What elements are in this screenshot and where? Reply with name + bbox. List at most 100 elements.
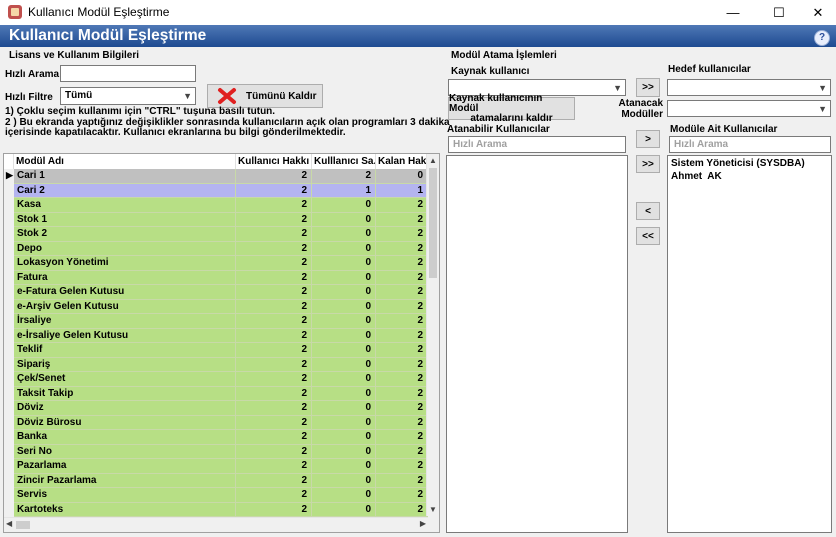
cell-module-name: Pazarlama: [14, 459, 236, 474]
quick-filter-select[interactable]: Tümü ▼: [60, 87, 196, 105]
scroll-right-icon[interactable]: ▶: [420, 519, 426, 528]
table-row[interactable]: Döviz 2 0 2: [4, 401, 428, 416]
cell-user-count: 0: [312, 459, 376, 474]
license-section-title: Lisans ve Kullanım Bilgileri: [9, 50, 140, 61]
assignable-users-list[interactable]: [446, 155, 628, 533]
module-users-search-input[interactable]: Hızlı Arama: [669, 136, 831, 153]
help-icon[interactable]: ?: [814, 30, 830, 46]
cell-user-count: 0: [312, 328, 376, 343]
table-row[interactable]: Kasa 2 0 2: [4, 198, 428, 213]
module-grid[interactable]: Modül Adı Kullanıcı Hakkı Kulllanıcı Sa.…: [3, 153, 440, 533]
remove-all-button[interactable]: Tümünü Kaldır: [207, 84, 323, 108]
info-line-1: 1) Çoklu seçim kullanımı için "CTRL" tuş…: [5, 106, 276, 117]
list-item[interactable]: Ahmet AK: [671, 171, 722, 182]
maximize-button[interactable]: ☐: [756, 0, 802, 25]
col-header-module[interactable]: Modül Adı: [14, 154, 236, 169]
quick-search-input[interactable]: [60, 65, 196, 82]
close-button[interactable]: ✕: [800, 0, 836, 25]
table-row[interactable]: Depo 2 0 2: [4, 241, 428, 256]
table-row[interactable]: Cari 2211: [4, 183, 428, 198]
cell-remaining: 2: [376, 343, 428, 358]
table-row[interactable]: Sipariş 2 0 2: [4, 357, 428, 372]
assignable-search-input[interactable]: Hızlı Arama: [448, 136, 626, 153]
table-row[interactable]: İrsaliye 2 0 2: [4, 314, 428, 329]
table-row[interactable]: Kartoteks 2 0 2: [4, 502, 428, 517]
table-row[interactable]: Çek/Senet 2 0 2: [4, 372, 428, 387]
table-row[interactable]: Stok 1202: [4, 212, 428, 227]
cell-user-right: 2: [236, 285, 312, 300]
cell-user-count: 0: [312, 227, 376, 242]
modules-to-assign-label: Atanacak Modüller: [618, 98, 663, 120]
cell-user-count: 0: [312, 343, 376, 358]
modules-to-assign-select[interactable]: ▼: [667, 100, 831, 117]
cell-user-right: 2: [236, 198, 312, 213]
cell-user-right: 2: [236, 299, 312, 314]
remove-source-label-1: Kaynak kullanıcının Modül: [449, 92, 543, 114]
table-row[interactable]: Pazarlama 2 0 2: [4, 459, 428, 474]
info-line-3: içerisinde kapatılacaktır. Kullanıcı ekr…: [5, 127, 346, 138]
cell-user-right: 2: [236, 444, 312, 459]
cell-module-name: Kasa: [14, 198, 236, 213]
cell-user-count: 0: [312, 270, 376, 285]
cell-remaining: 2: [376, 241, 428, 256]
cell-remaining: 1: [376, 183, 428, 198]
horizontal-scroll-thumb[interactable]: [16, 521, 30, 529]
col-header-sayi[interactable]: Kulllanıcı Sa...: [312, 154, 376, 169]
col-header-hak[interactable]: Kullanıcı Hakkı: [236, 154, 312, 169]
cell-module-name: e-İrsaliye Gelen Kutusu: [14, 328, 236, 343]
table-row[interactable]: e-İrsaliye Gelen Kutusu 2 0 2: [4, 328, 428, 343]
table-row[interactable]: Taksit Takip 2 0 2: [4, 386, 428, 401]
list-item[interactable]: Sistem Yöneticisi (SYSDBA): [671, 158, 805, 169]
cell-user-right: 2: [236, 502, 312, 517]
add-all-button[interactable]: >>: [636, 155, 660, 173]
row-indicator: [4, 183, 14, 198]
cell-user-count: 0: [312, 285, 376, 300]
table-row[interactable]: Döviz Bürosu 2 0 2: [4, 415, 428, 430]
target-users-select[interactable]: ▼: [667, 79, 831, 96]
cell-remaining: 2: [376, 372, 428, 387]
copy-to-target-button[interactable]: >>: [636, 78, 660, 97]
table-row[interactable]: Lokasyon Yönetimi 2 0 2: [4, 256, 428, 271]
add-one-button[interactable]: >: [636, 130, 660, 148]
horizontal-scrollbar[interactable]: ◀ ▶: [4, 517, 428, 532]
scroll-left-icon[interactable]: ◀: [6, 519, 12, 528]
scroll-up-icon[interactable]: ▲: [429, 156, 437, 165]
remove-source-assignments-button[interactable]: Kaynak kullanıcının Modül atamalarını ka…: [448, 92, 575, 123]
remove-one-button[interactable]: <: [636, 202, 660, 220]
cell-remaining: 0: [376, 169, 428, 184]
minimize-button[interactable]: —: [710, 0, 756, 25]
table-row[interactable]: Servis 2 0 2: [4, 488, 428, 503]
cell-module-name: Kartoteks: [14, 502, 236, 517]
table-row[interactable]: Stok 2202: [4, 227, 428, 242]
vertical-scroll-thumb[interactable]: [429, 168, 437, 278]
cell-user-right: 2: [236, 386, 312, 401]
chevron-down-icon: ▼: [613, 83, 622, 93]
row-indicator: [4, 357, 14, 372]
cell-module-name: Döviz: [14, 401, 236, 416]
cell-module-name: e-Arşiv Gelen Kutusu: [14, 299, 236, 314]
table-row[interactable]: Zincir Pazarlama 2 0 2: [4, 473, 428, 488]
row-indicator: [4, 473, 14, 488]
col-header-kalan[interactable]: Kalan Hak: [376, 154, 428, 169]
table-row[interactable]: e-Fatura Gelen Kutusu 2 0 2: [4, 285, 428, 300]
table-row[interactable]: Teklif 2 0 2: [4, 343, 428, 358]
remove-all-users-button[interactable]: <<: [636, 227, 660, 245]
vertical-scrollbar[interactable]: ▲ ▼: [426, 154, 439, 516]
cell-remaining: 2: [376, 256, 428, 271]
cell-remaining: 2: [376, 444, 428, 459]
table-row[interactable]: Banka 2 0 2: [4, 430, 428, 445]
scroll-down-icon[interactable]: ▼: [429, 505, 437, 514]
table-row[interactable]: e-Arşiv Gelen Kutusu 2 0 2: [4, 299, 428, 314]
cell-user-count: 0: [312, 488, 376, 503]
cell-module-name: Cari 2: [14, 183, 236, 198]
cell-user-count: 0: [312, 444, 376, 459]
cell-user-count: 0: [312, 314, 376, 329]
cell-user-right: 2: [236, 401, 312, 416]
cell-user-count: 0: [312, 415, 376, 430]
module-users-list[interactable]: Sistem Yöneticisi (SYSDBA) Ahmet AK: [667, 155, 832, 533]
cell-remaining: 2: [376, 488, 428, 503]
table-row[interactable]: ▶ Cari 1220: [4, 169, 428, 184]
cell-user-right: 2: [236, 459, 312, 474]
table-row[interactable]: Fatura 2 0 2: [4, 270, 428, 285]
table-row[interactable]: Seri No 2 0 2: [4, 444, 428, 459]
